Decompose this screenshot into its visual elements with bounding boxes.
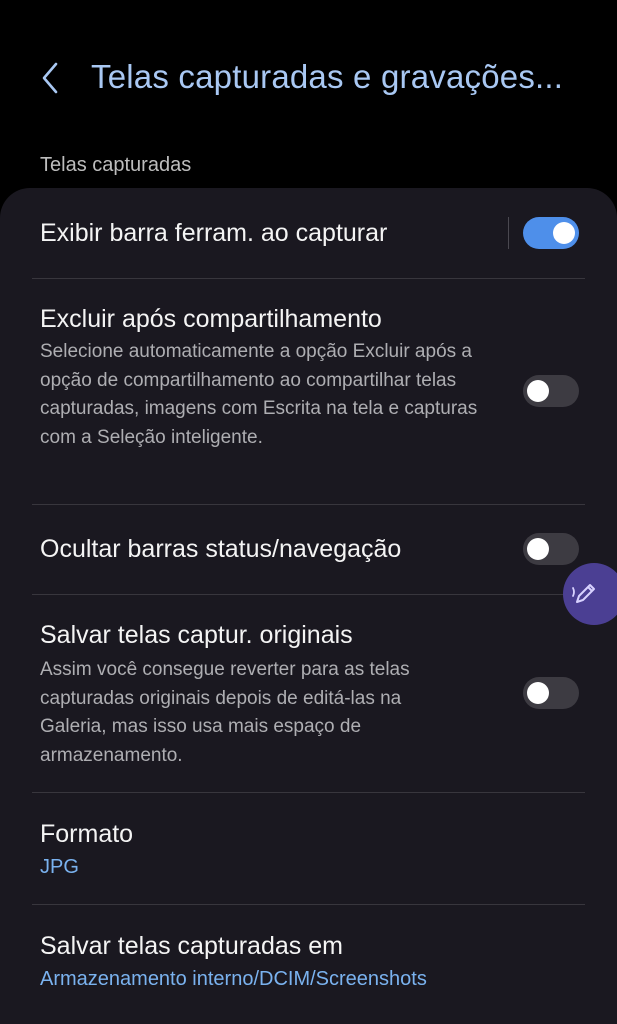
setting-row-save-originals[interactable]: Salvar telas captur. originais Assim voc… <box>0 595 617 792</box>
setting-description: Selecione automaticamente a opção Exclui… <box>40 341 478 448</box>
toggle-knob <box>527 682 549 704</box>
pen-icon <box>572 584 595 603</box>
setting-title: Excluir após compartilhamento <box>40 305 382 333</box>
toggle-knob <box>527 538 549 560</box>
setting-row-toolbar[interactable]: Exibir barra ferram. ao capturar <box>0 188 617 278</box>
save-location-value: Armazenamento interno/DCIM/Screenshots <box>40 968 427 990</box>
back-button[interactable] <box>30 58 70 98</box>
section-header: Telas capturadas <box>40 154 192 176</box>
settings-card: Exibir barra ferram. ao capturar Excluir… <box>0 188 617 1024</box>
format-value: JPG <box>40 856 79 878</box>
toolbar-toggle[interactable] <box>523 217 579 249</box>
hide-bars-toggle[interactable] <box>523 533 579 565</box>
setting-row-format[interactable]: Formato JPG <box>0 793 617 904</box>
setting-title: Exibir barra ferram. ao capturar <box>40 219 388 247</box>
setting-title: Salvar telas captur. originais <box>40 621 353 649</box>
floating-pen-button[interactable] <box>563 563 617 625</box>
app-bar: Telas capturadas e gravações... <box>0 40 617 120</box>
setting-title: Salvar telas capturadas em <box>40 932 343 960</box>
vertical-divider <box>508 217 509 249</box>
setting-title: Ocultar barras status/navegação <box>40 535 402 563</box>
setting-title: Formato <box>40 820 134 848</box>
chevron-left-icon <box>42 62 58 94</box>
setting-description: Assim você consegue reverter para as tel… <box>40 659 410 766</box>
page-title: Telas capturadas e gravações... <box>91 58 564 95</box>
setting-row-delete-after-share[interactable]: Excluir após compartilhamento Selecione … <box>0 279 617 504</box>
save-originals-toggle[interactable] <box>523 677 579 709</box>
toggle-knob <box>553 222 575 244</box>
setting-row-hide-bars[interactable]: Ocultar barras status/navegação <box>0 505 617 594</box>
delete-after-share-toggle[interactable] <box>523 375 579 407</box>
setting-row-save-location[interactable]: Salvar telas capturadas em Armazenamento… <box>0 905 617 1024</box>
toggle-knob <box>527 380 549 402</box>
